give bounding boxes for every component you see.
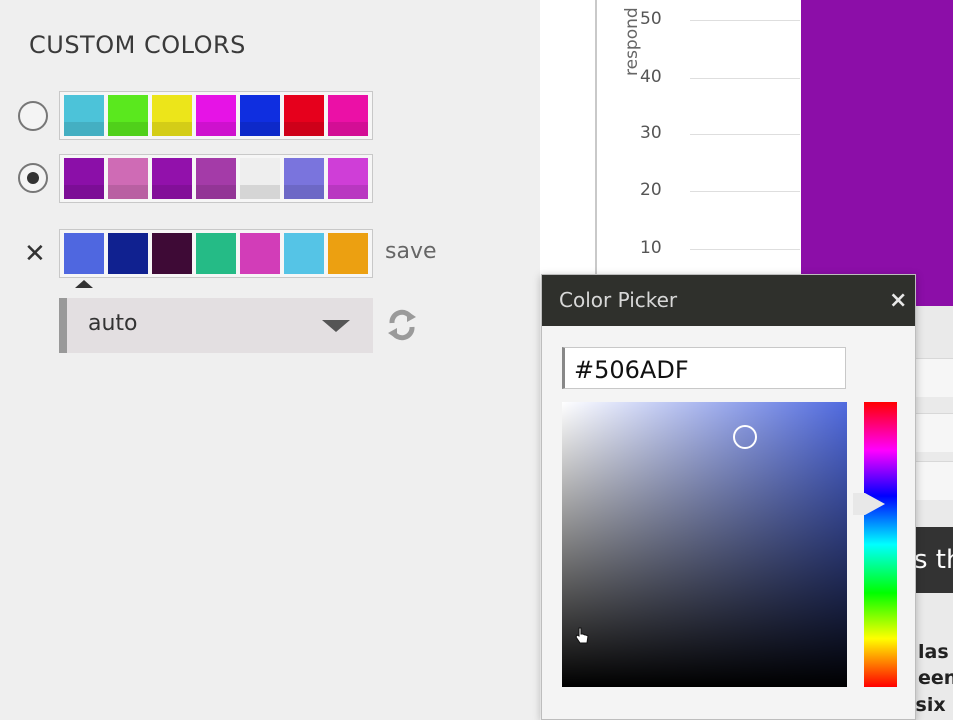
color-swatch[interactable] xyxy=(108,233,148,274)
panel-title: CUSTOM COLORS xyxy=(29,31,246,59)
color-swatch[interactable] xyxy=(108,95,148,136)
color-swatch[interactable] xyxy=(152,95,192,136)
color-picker-title: Color Picker xyxy=(559,288,678,312)
chevron-down-icon xyxy=(322,320,350,332)
active-swatch-caret-icon xyxy=(75,280,93,288)
hue-slider-handle-tip xyxy=(865,493,885,515)
mode-select-value: auto xyxy=(88,311,138,336)
color-selector-handle[interactable] xyxy=(733,425,757,449)
hue-slider[interactable] xyxy=(864,402,897,687)
color-swatch[interactable] xyxy=(196,95,236,136)
y-tick: 20 xyxy=(640,180,662,200)
hand-cursor-icon xyxy=(575,627,589,644)
question-header-text: s th xyxy=(916,545,953,575)
palette-radio-1[interactable] xyxy=(18,101,48,131)
list-item[interactable] xyxy=(916,358,953,397)
palette-radio-2[interactable] xyxy=(18,163,48,193)
chart-bar xyxy=(801,0,953,306)
gridline xyxy=(690,191,800,192)
question-header: s th xyxy=(916,527,953,593)
y-tick: 50 xyxy=(640,9,662,29)
gridline xyxy=(690,78,800,79)
mode-select[interactable]: auto xyxy=(59,298,373,353)
color-swatch[interactable] xyxy=(328,158,368,199)
color-swatch[interactable] xyxy=(152,233,192,274)
color-swatch[interactable] xyxy=(328,233,368,274)
color-swatch[interactable] xyxy=(196,158,236,199)
custom-palette[interactable] xyxy=(59,229,373,278)
list-item[interactable] xyxy=(916,413,953,452)
color-swatch[interactable] xyxy=(284,95,324,136)
palette-2[interactable] xyxy=(59,154,373,203)
close-icon[interactable]: × xyxy=(889,288,907,313)
color-swatch[interactable] xyxy=(328,95,368,136)
custom-colors-panel: CUSTOM COLORS ✕ save auto xyxy=(0,0,540,720)
answer-option-text: een xyxy=(918,667,953,689)
answer-option-text: las xyxy=(918,641,949,663)
gridline xyxy=(690,134,800,135)
color-swatch[interactable] xyxy=(284,233,324,274)
color-swatch[interactable] xyxy=(64,95,104,136)
gridline xyxy=(690,249,800,250)
color-swatch[interactable] xyxy=(64,158,104,199)
saturation-value-area[interactable] xyxy=(562,402,847,687)
y-axis-label: respond xyxy=(622,7,642,76)
color-swatch[interactable] xyxy=(284,158,324,199)
hue-slider-handle[interactable] xyxy=(853,493,865,515)
gridline xyxy=(690,20,800,21)
refresh-icon[interactable] xyxy=(384,307,420,343)
color-swatch[interactable] xyxy=(240,158,280,199)
remove-custom-palette-icon[interactable]: ✕ xyxy=(24,241,46,267)
y-tick: 40 xyxy=(640,67,662,87)
palette-1[interactable] xyxy=(59,91,373,140)
color-swatch[interactable] xyxy=(240,233,280,274)
hex-input[interactable] xyxy=(562,347,846,389)
radio-selected-dot xyxy=(27,172,39,184)
color-swatch[interactable] xyxy=(64,233,104,274)
save-button[interactable]: save xyxy=(385,239,437,264)
color-swatch[interactable] xyxy=(108,158,148,199)
color-picker-header[interactable]: Color Picker × xyxy=(542,275,915,326)
list-item[interactable] xyxy=(916,461,953,500)
color-swatch[interactable] xyxy=(152,158,192,199)
y-tick: 30 xyxy=(640,123,662,143)
color-swatch[interactable] xyxy=(196,233,236,274)
color-picker-dialog: Color Picker × xyxy=(541,274,916,720)
color-swatch[interactable] xyxy=(240,95,280,136)
value-gradient xyxy=(562,402,847,687)
y-tick: 10 xyxy=(640,238,662,258)
